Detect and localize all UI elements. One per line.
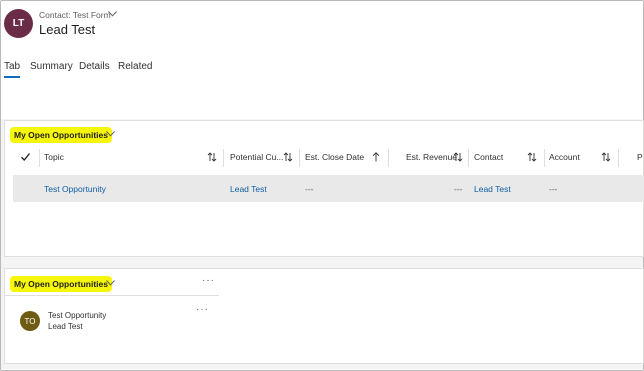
form-selector-chevron-icon[interactable]: [108, 11, 117, 17]
section-title: My Open Opportunities: [12, 129, 110, 141]
record-avatar: LT: [4, 9, 33, 38]
collapse-chevron-icon[interactable]: [106, 131, 115, 137]
cell-account: ---: [549, 183, 558, 194]
avatar: TO: [20, 311, 40, 331]
sort-ascending-icon[interactable]: [372, 152, 380, 162]
record-title: Lead Test: [39, 22, 96, 37]
sort-icon[interactable]: [601, 152, 611, 162]
section-title: My Open Opportunities: [12, 278, 110, 290]
divider: [5, 295, 219, 296]
cell-est-close-date: ---: [305, 183, 314, 194]
column-divider: [618, 149, 619, 167]
item-more-options-icon[interactable]: ···: [196, 304, 209, 315]
column-header-est-close-date[interactable]: Est. Close Date: [305, 145, 364, 169]
column-divider: [544, 149, 545, 167]
column-divider: [39, 149, 40, 167]
column-header-est-revenue[interactable]: Est. Revenue: [406, 145, 457, 169]
column-divider: [468, 149, 469, 167]
column-divider: [388, 149, 389, 167]
cell-est-revenue: ---: [454, 183, 463, 194]
opportunities-grid-card: My Open Opportunities Topic Potential Cu…: [4, 120, 644, 257]
column-header-contact[interactable]: Contact: [474, 145, 503, 169]
tab-related[interactable]: Related: [118, 61, 152, 72]
list-item-subtitle: Lead Test: [48, 322, 83, 331]
select-all-checkmark-icon[interactable]: [21, 153, 30, 161]
column-divider: [299, 149, 300, 167]
table-row[interactable]: Test Opportunity Lead Test --- --- Lead …: [13, 175, 644, 202]
list-item-title[interactable]: Test Opportunity: [48, 311, 106, 320]
tab-tab[interactable]: Tab: [4, 61, 21, 78]
tab-summary[interactable]: Summary: [30, 61, 73, 72]
cell-topic[interactable]: Test Opportunity: [44, 175, 106, 202]
sort-icon[interactable]: [283, 152, 293, 162]
column-header-topic[interactable]: Topic: [44, 145, 64, 169]
column-header-truncated[interactable]: P: [637, 145, 643, 169]
cell-contact[interactable]: Lead Test: [474, 175, 511, 202]
collapse-chevron-icon[interactable]: [106, 280, 115, 286]
column-header-potential-customer[interactable]: Potential Cu...: [230, 145, 283, 169]
tab-details[interactable]: Details: [79, 61, 110, 72]
grid-header: Topic Potential Cu... Est. Close Date Es…: [13, 145, 644, 169]
cell-potential-customer[interactable]: Lead Test: [230, 175, 267, 202]
opportunities-list-card: My Open Opportunities ··· TO Test Opport…: [4, 268, 644, 364]
sort-icon[interactable]: [207, 152, 217, 162]
more-options-icon[interactable]: ···: [202, 275, 215, 286]
column-header-account[interactable]: Account: [549, 145, 580, 169]
column-divider: [223, 149, 224, 167]
sort-icon[interactable]: [527, 152, 537, 162]
form-selector[interactable]: Contact: Test Form: [39, 10, 111, 20]
sort-icon[interactable]: [453, 152, 463, 162]
